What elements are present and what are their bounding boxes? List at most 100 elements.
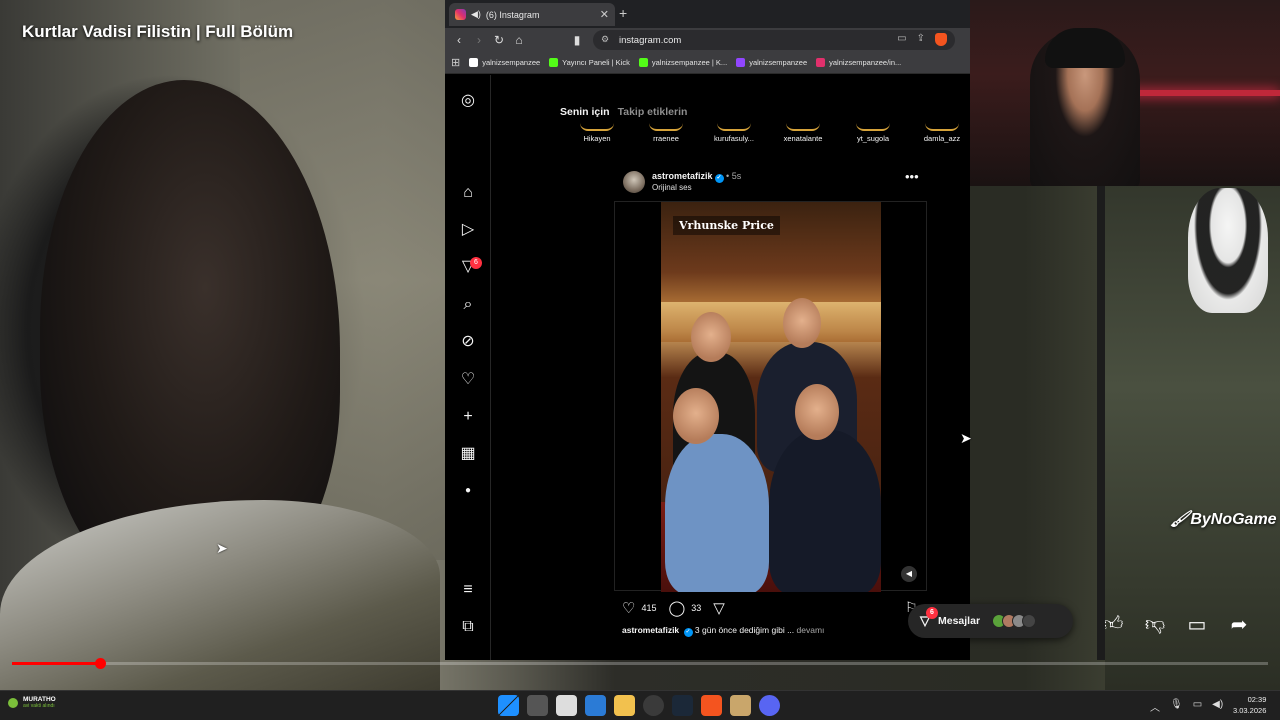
- webcam-overlay: [970, 0, 1280, 186]
- dashboard-icon[interactable]: ▦: [458, 444, 478, 464]
- story-item[interactable]: xenatalante: [773, 123, 833, 143]
- post-avatar[interactable]: [623, 171, 645, 193]
- like-post-icon[interactable]: ♡: [622, 599, 635, 617]
- url-text: instagram.com: [619, 34, 682, 46]
- media-player-icon[interactable]: [730, 695, 751, 716]
- explore-icon[interactable]: ⊘: [458, 332, 478, 352]
- reels-icon[interactable]: ▷: [458, 220, 478, 240]
- desktop: Kurtlar Vadisi Filistin | Full Bölüm 🖌By…: [0, 0, 1280, 720]
- share-icon[interactable]: ➦: [1226, 612, 1252, 637]
- scrollbar[interactable]: [1097, 186, 1105, 660]
- messages-button[interactable]: ▽ 6 Mesajlar: [908, 604, 1073, 638]
- verified-icon: ✓: [683, 628, 693, 637]
- notification-badge: 6: [470, 257, 482, 269]
- widget-status: avi vakti alındı: [23, 703, 55, 709]
- message-avatars: [992, 614, 1037, 628]
- bookmark-icon[interactable]: ▮: [567, 33, 587, 47]
- video-scrubber-handle[interactable]: [94, 658, 106, 669]
- story-item[interactable]: kurufasuly...: [704, 123, 764, 143]
- mouse-cursor: ➤: [216, 540, 228, 556]
- led-light: [1120, 90, 1280, 96]
- brave-icon[interactable]: [701, 695, 722, 716]
- home-nav-icon[interactable]: ⌂: [458, 183, 478, 203]
- post-username[interactable]: astrometafizik: [652, 171, 713, 181]
- microphone-icon[interactable]: 🎙︎: [1170, 699, 1183, 714]
- file-explorer-icon[interactable]: [614, 695, 635, 716]
- mouse-cursor: ➤: [960, 430, 972, 446]
- instagram-logo-icon[interactable]: ◎: [458, 91, 478, 111]
- photo-face: [691, 312, 731, 362]
- create-icon[interactable]: +: [458, 407, 478, 427]
- search-icon[interactable]: ⌕: [458, 295, 478, 315]
- clock[interactable]: 02:39 3.03.2026: [1233, 694, 1266, 716]
- share-post-icon[interactable]: ▽: [713, 599, 725, 617]
- discord-icon[interactable]: [759, 695, 780, 716]
- story-item[interactable]: rraenee: [636, 123, 696, 143]
- taskbar-widget[interactable]: MURATHO avi vakti alındı: [8, 696, 56, 709]
- story-item[interactable]: damla_azz: [912, 123, 970, 143]
- tab-title: (6) Instagram: [485, 9, 540, 20]
- home-icon[interactable]: ⌂: [509, 33, 529, 47]
- like-count[interactable]: 415: [641, 603, 656, 613]
- comment-icon[interactable]: ▭: [1184, 612, 1210, 637]
- cast-icon[interactable]: ▭: [897, 33, 906, 46]
- tray-chevron-icon[interactable]: ︿: [1150, 699, 1160, 714]
- comment-post-icon[interactable]: ◯: [668, 599, 685, 617]
- post-username-line: astrometafizik ✓ • 5s: [652, 171, 741, 183]
- stories-row: Hikayen rraenee kurufasuly... xenatalant…: [575, 123, 970, 147]
- share-page-icon[interactable]: ⇪: [917, 33, 925, 46]
- caption-username[interactable]: astrometafizik: [622, 625, 679, 635]
- tab-for-you[interactable]: Senin için: [560, 106, 610, 118]
- close-tab-icon[interactable]: ✕: [600, 8, 609, 21]
- forward-icon[interactable]: ›: [469, 33, 489, 47]
- bookmark-item[interactable]: yalnizsempanzee: [736, 58, 807, 67]
- story-item[interactable]: yt_sugola: [843, 123, 903, 143]
- messages-label: Mesajlar: [938, 615, 981, 627]
- comment-count[interactable]: 33: [691, 603, 701, 613]
- caption-more-link[interactable]: devamı: [797, 625, 825, 635]
- caption-text: 3 gün önce dediğim gibi ...: [694, 625, 795, 635]
- address-bar[interactable]: ⚙ instagram.com ▭ ⇪: [593, 30, 955, 50]
- post-audio[interactable]: Orijinal ses: [652, 183, 692, 192]
- new-tab-icon[interactable]: +: [619, 5, 627, 21]
- tab-following[interactable]: Takip etiklerin: [618, 106, 688, 118]
- ig-sidebar: ◎ ⌂ ▷ ▽ 6 ⌕ ⊘ ♡ + ▦ ● ≡ ⧉: [445, 75, 491, 660]
- notepad-icon[interactable]: [556, 695, 577, 716]
- more-options-icon[interactable]: •••: [905, 169, 919, 184]
- post-time: • 5s: [726, 171, 742, 181]
- bookmark-item[interactable]: yalnizsempanzee/in...: [816, 58, 901, 67]
- bookmark-item[interactable]: yalnizsempanzee: [469, 58, 540, 67]
- site-info-icon[interactable]: ⚙: [601, 34, 609, 45]
- brave-shield-icon[interactable]: [935, 33, 947, 46]
- heart-icon[interactable]: ♡: [458, 370, 478, 390]
- obs-icon[interactable]: [643, 695, 664, 716]
- weather-icon: [8, 697, 18, 708]
- tab-instagram[interactable]: ◀) (6) Instagram ✕: [449, 3, 615, 26]
- windows-start-icon[interactable]: [498, 695, 519, 716]
- verified-icon: ✓: [714, 174, 724, 183]
- browser-toolbar: ‹ › ↻ ⌂ ▮ ⚙ instagram.com ▭ ⇪: [445, 28, 970, 52]
- network-icon[interactable]: ▭: [1193, 699, 1202, 714]
- reload-icon[interactable]: ↻: [489, 33, 509, 47]
- bookmark-item[interactable]: yalnizsempanzee | K...: [638, 58, 727, 67]
- task-view-icon[interactable]: [527, 695, 548, 716]
- video-progress-bar[interactable]: [12, 658, 1268, 669]
- menu-icon[interactable]: ≡: [458, 580, 478, 600]
- post-photo: Vrhunske Price: [661, 202, 881, 592]
- speaker-icon[interactable]: ◀): [471, 9, 481, 20]
- apps-grid-icon[interactable]: ⊞: [451, 56, 460, 69]
- video-title: Kurtlar Vadisi Filistin | Full Bölüm: [22, 22, 294, 41]
- post-media[interactable]: Vrhunske Price ◀: [614, 201, 927, 592]
- dislike-icon[interactable]: 👎︎: [1142, 612, 1168, 637]
- mute-icon[interactable]: ◀: [901, 566, 917, 582]
- back-icon[interactable]: ‹: [449, 33, 469, 47]
- threads-icon[interactable]: ⧉: [458, 617, 478, 637]
- story-item[interactable]: Hikayen: [567, 123, 627, 143]
- bookmark-item[interactable]: Yayıncı Paneli | Kick: [549, 58, 630, 67]
- photos-icon[interactable]: [585, 695, 606, 716]
- system-tray: ︿ 🎙︎ ▭ ◀): [1150, 699, 1223, 714]
- volume-icon[interactable]: ◀): [1212, 699, 1223, 714]
- video-progress-fill: [12, 662, 100, 665]
- profile-avatar[interactable]: ●: [458, 481, 478, 501]
- steam-icon[interactable]: [672, 695, 693, 716]
